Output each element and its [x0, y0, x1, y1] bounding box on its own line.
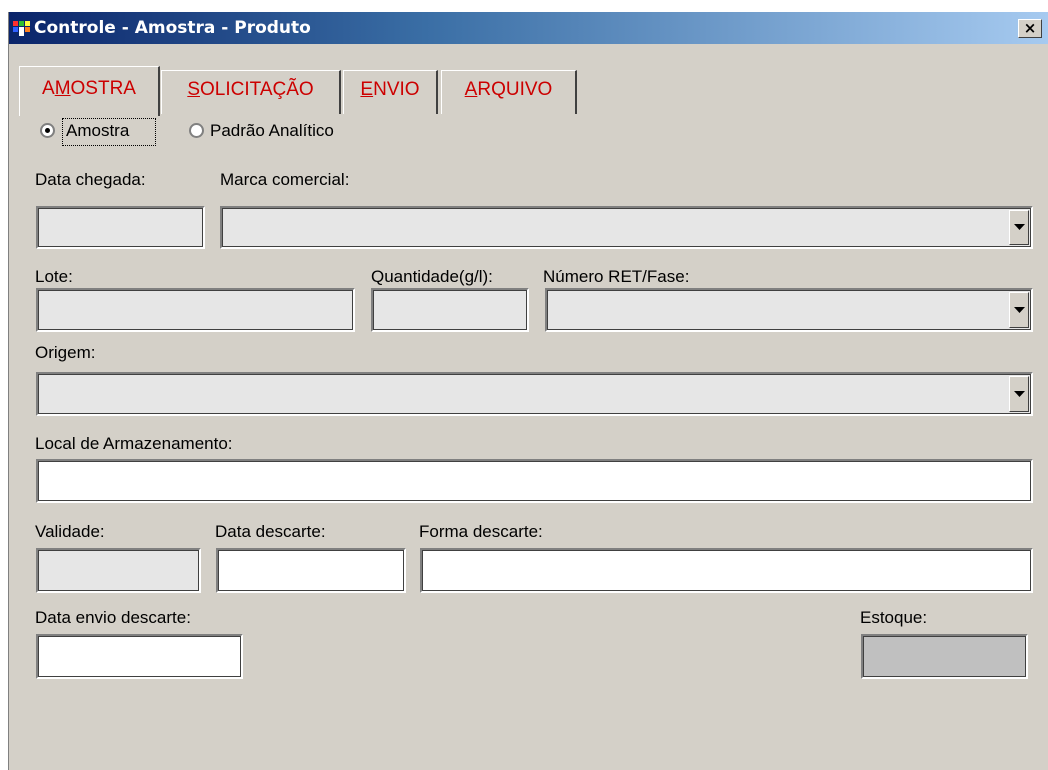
marca-comercial-select[interactable] [220, 206, 1033, 249]
dialog-window: Controle - Amostra - Produto × AMOSTRA S… [8, 12, 1048, 770]
radio-padrao-analitico[interactable] [189, 123, 204, 138]
numero-ret-dropdown-button[interactable] [1009, 292, 1029, 328]
origem-dropdown-button[interactable] [1009, 376, 1029, 412]
origem-select[interactable] [36, 372, 1033, 416]
label-data-descarte: Data descarte: [215, 522, 326, 541]
label-lote: Lote: [35, 267, 73, 286]
label-validade: Validade: [35, 522, 105, 541]
quantidade-field[interactable] [371, 288, 529, 332]
close-button[interactable]: × [1018, 19, 1042, 38]
validade-field[interactable] [36, 548, 201, 593]
lote-field[interactable] [36, 288, 355, 332]
radio-amostra[interactable] [40, 123, 55, 138]
tab-amostra[interactable]: AMOSTRA [19, 66, 160, 116]
label-marca-comercial: Marca comercial: [220, 170, 350, 189]
numero-ret-select[interactable] [545, 288, 1033, 332]
local-armazenamento-field[interactable] [36, 459, 1033, 503]
label-origem: Origem: [35, 343, 96, 362]
marca-comercial-dropdown-button[interactable] [1009, 210, 1029, 245]
label-numero-ret: Número RET/Fase: [543, 267, 690, 286]
chevron-down-icon [1013, 390, 1025, 397]
radio-padrao-analitico-label[interactable]: Padrão Analítico [210, 121, 334, 141]
label-estoque: Estoque: [860, 608, 928, 627]
window-title: Controle - Amostra - Produto [34, 18, 311, 38]
label-forma-descarte: Forma descarte: [419, 522, 543, 541]
tab-envio[interactable]: ENVIO [343, 70, 438, 114]
tab-arquivo[interactable]: ARQUIVO [441, 70, 577, 114]
radio-selected-dot [45, 128, 50, 133]
data-envio-descarte-field[interactable] [36, 634, 243, 679]
data-chegada-field[interactable] [36, 206, 205, 249]
forma-descarte-field[interactable] [420, 548, 1033, 593]
app-icon [13, 21, 30, 36]
chevron-down-icon [1013, 224, 1025, 230]
close-icon: × [1023, 19, 1037, 37]
chevron-down-icon [1013, 306, 1025, 313]
label-quantidade: Quantidade(g/l): [371, 267, 493, 286]
label-data-envio-descarte: Data envio descarte: [35, 608, 191, 627]
label-local-armazenamento: Local de Armazenamento: [35, 434, 233, 453]
tab-solicitacao[interactable]: SOLICITAÇÃO [161, 70, 341, 114]
estoque-field [861, 634, 1028, 679]
label-data-chegada: Data chegada: [35, 170, 146, 189]
radio-amostra-label[interactable]: Amostra [66, 121, 129, 141]
data-descarte-field[interactable] [216, 548, 406, 593]
title-bar[interactable]: Controle - Amostra - Produto × [9, 12, 1048, 44]
